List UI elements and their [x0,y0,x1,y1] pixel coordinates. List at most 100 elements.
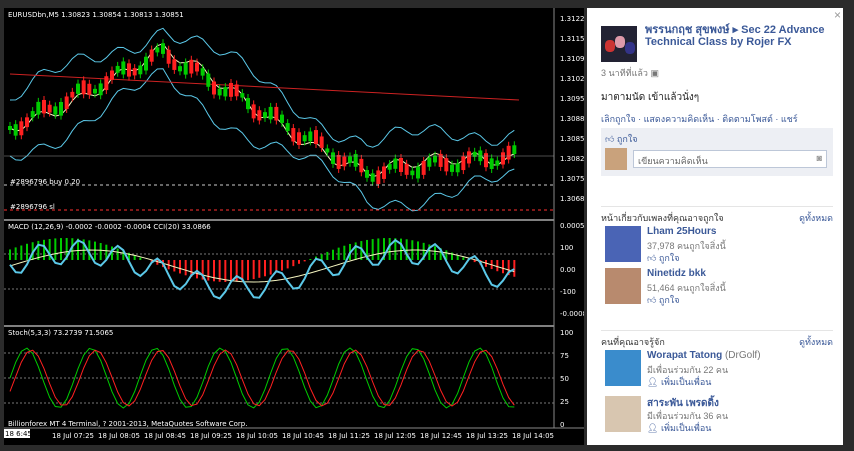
candle-body [161,43,165,54]
candle-body [319,136,324,148]
camera-icon[interactable]: ◙ [817,153,822,163]
candle-body [42,99,46,114]
candle-body [274,106,279,121]
price-tick-label: 1.30820 [560,155,584,163]
page-avatar [605,268,641,304]
macd-label: MACD (12,26,9) -0.0002 -0.0002 -0.0004 C… [8,223,211,231]
candle-body [257,110,262,121]
candle-body [53,106,58,115]
candle-body [370,173,375,182]
candle-body [149,49,154,62]
people-heading: คนที่คุณอาจรู้จัก [601,337,665,347]
macd-tick-label: 0.0005 [560,222,584,230]
candle-body [263,112,267,118]
candle-body [200,68,205,76]
mt4-chart-window[interactable]: EURUSDbn,M5 1.30823 1.30854 1.30813 1.30… [4,8,584,445]
candle-body [336,154,341,169]
close-icon[interactable]: × [834,8,841,22]
candle-body [70,91,75,98]
page-name[interactable]: Lham 25Hours [647,226,716,237]
add-friend-button[interactable]: 👤︎ เพิ่มเป็นเพื่อน [647,421,711,435]
see-all-people-link[interactable]: ดูทั้งหมด [799,335,833,349]
post-title-link[interactable]: พรรนกฤช สุขพงษ์ ▸ Sec 22 Advance Technic… [645,24,831,48]
candle-body [342,156,347,167]
people-section-header: คนที่คุณอาจรู้จัก ดูทั้งหมด [601,330,833,349]
time-label: 18 Jul 13:25 [466,432,508,440]
candle-body [87,83,92,95]
candle-body [8,126,12,130]
time-label: 18 Jul 10:05 [236,432,278,440]
person-name[interactable]: Worapat Tatong (DrGolf) [647,350,761,361]
candle-body [81,80,86,95]
candle-body [121,61,126,75]
price-tick-label: 1.30955 [560,95,584,103]
list-item[interactable]: Ninetidz bkk 51,464 คนถูกใจสิ่งนี้ 👍︎ ถู… [601,266,833,308]
post-time: 3 นาทีที่แล้ว ▣ [601,68,659,78]
like-page-button[interactable]: 👍︎ ถูกใจ [647,251,679,265]
likes-row[interactable]: 👍︎ ถูกใจ [605,132,638,146]
candle-body [115,65,120,73]
candle-body [444,158,449,172]
candle-body [240,93,245,98]
avatar [605,148,627,170]
stoch-tick-label: 100 [560,329,573,337]
candle-body [489,158,494,169]
candle-body [36,101,41,115]
candle-body [217,88,222,96]
candle-body [172,59,177,70]
candle-body [433,155,437,163]
candle-body [19,121,24,136]
order-buy-label: #2896796 buy 0.20 [10,178,80,186]
candle-body [93,88,97,94]
macd-tick-label: -100 [560,288,576,296]
stoch-tick-label: 0 [560,421,564,429]
price-chart[interactable]: EURUSDbn,M5 1.30823 1.30854 1.30813 1.30… [4,8,584,445]
candle-body [251,104,256,119]
candle-body [484,153,488,168]
list-item[interactable]: สาระพัน เพรดดิ้ง มีเพื่อนร่วมกัน 36 คน 👤… [601,394,833,436]
add-friend-button[interactable]: 👤︎ เพิ่มเป็นเพื่อน [647,375,711,389]
candle-body [166,49,171,64]
candle-body [404,163,409,175]
pages-heading: หน้าเกี่ยวกับเพลงที่คุณอาจถูกใจ [601,213,724,223]
comment-input[interactable]: เขียนความคิดเห็น ◙ [633,150,827,168]
candle-body [461,156,466,171]
candle-body [178,66,182,72]
price-tick-label: 1.31225 [560,15,584,23]
list-item[interactable]: Worapat Tatong (DrGolf) มีเพื่อนร่วมกัน … [601,348,833,390]
macd-tick-label: -0.0008 [560,310,584,318]
price-tick-label: 1.31020 [560,75,584,83]
candle-body [501,152,505,165]
time-label: 18 Jul 11:25 [328,432,370,440]
post-thumbnail[interactable] [601,26,637,62]
post-actions[interactable]: เลิกถูกใจ · แสดงความคิดเห็น · ติดตามโพสต… [601,112,798,126]
candle-body [512,145,517,155]
candle-body [467,151,471,164]
person-avatar [605,350,641,386]
price-tick-label: 1.30851 [560,135,584,143]
candle-body [325,148,330,153]
candle-body [223,87,228,97]
page-avatar [605,226,641,262]
candle-body [302,135,307,142]
candle-body [110,70,114,80]
time-label: 18 Jul 10:45 [282,432,324,440]
candle-body [450,164,454,172]
order-sl-label: #2896796 sl [10,203,55,211]
like-page-button[interactable]: 👍︎ ถูกใจ [647,293,679,307]
macd-tick-label: 100 [560,244,573,252]
candle-body [155,47,160,53]
facebook-post-panel: × พรรนกฤช สุขพงษ์ ▸ Sec 22 Advance Techn… [587,8,843,445]
person-avatar [605,396,641,432]
candle-body [291,128,296,142]
candle-body [399,157,403,172]
see-all-pages-link[interactable]: ดูทั้งหมด [799,211,833,225]
list-item[interactable]: Lham 25Hours 37,978 คนถูกใจสิ่งนี้ 👍︎ ถู… [601,224,833,266]
candle-body [189,59,194,74]
candle-body [308,131,313,142]
candle-body [421,161,426,175]
time-label: 18 Jul 07:25 [52,432,94,440]
candle-body [138,65,143,75]
page-name[interactable]: Ninetidz bkk [647,268,706,279]
candle-body [280,114,284,123]
